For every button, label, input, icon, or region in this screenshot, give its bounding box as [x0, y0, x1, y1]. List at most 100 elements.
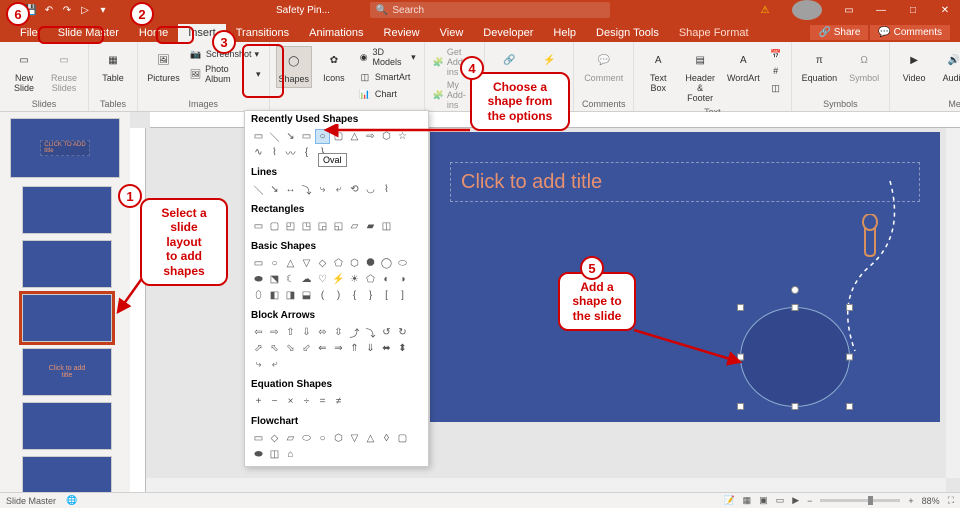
slide-canvas[interactable]: Click to add title: [430, 132, 940, 422]
shape-item[interactable]: ◐: [379, 272, 394, 287]
shape-item[interactable]: ▭: [251, 256, 266, 271]
shape-item[interactable]: ⤷: [315, 182, 330, 197]
shape-item[interactable]: ): [331, 288, 346, 303]
shape-item[interactable]: ◳: [299, 219, 314, 234]
shape-item[interactable]: ⇑: [347, 341, 362, 356]
fit-to-window-icon[interactable]: ⛶: [948, 495, 954, 506]
shape-item[interactable]: ⬬: [251, 272, 266, 287]
layout-thumb[interactable]: Click to addtitle: [22, 348, 112, 396]
shape-item[interactable]: ⇨: [267, 325, 282, 340]
search-box[interactable]: 🔍 Search: [370, 2, 610, 18]
shape-item[interactable]: ⬔: [267, 272, 282, 287]
tab-animations[interactable]: Animations: [299, 24, 373, 42]
comments-button[interactable]: 💬 Comments: [870, 25, 950, 40]
shape-item[interactable]: ×: [283, 394, 298, 409]
zoom-out-button[interactable]: −: [807, 496, 812, 506]
view-normal-icon[interactable]: ▦: [743, 495, 752, 506]
tab-design-tools[interactable]: Design Tools: [586, 24, 669, 42]
notes-button[interactable]: 📝: [723, 495, 734, 506]
shape-item[interactable]: ⤶: [331, 182, 346, 197]
close-icon[interactable]: ✕: [930, 0, 960, 20]
share-button[interactable]: 🔗 Share: [810, 25, 868, 40]
shape-item[interactable]: ◲: [315, 219, 330, 234]
ribbon-options-icon[interactable]: ▭: [834, 0, 864, 20]
audio-button[interactable]: 🔊Audio: [936, 46, 960, 86]
tab-review[interactable]: Review: [374, 24, 430, 42]
shape-lbrace[interactable]: {: [299, 145, 314, 160]
shape-item[interactable]: ⤷: [251, 357, 266, 372]
shape-item[interactable]: ⇓: [363, 341, 378, 356]
shape-item[interactable]: ⌇: [379, 182, 394, 197]
header-footer-button[interactable]: ▤Header& Footer: [680, 46, 720, 106]
resize-handle[interactable]: [846, 304, 853, 311]
shape-item[interactable]: ]: [395, 288, 410, 303]
video-button[interactable]: ▶Video: [896, 46, 932, 86]
shape-item[interactable]: ⬠: [331, 256, 346, 271]
shape-item[interactable]: }: [363, 288, 378, 303]
shape-item[interactable]: ⬁: [267, 341, 282, 356]
shape-item[interactable]: ⤵: [363, 325, 378, 340]
shape-item[interactable]: ◡: [363, 182, 378, 197]
shape-item[interactable]: ▱: [283, 431, 298, 446]
shape-item[interactable]: =: [315, 394, 330, 409]
layout-thumb[interactable]: [22, 456, 112, 492]
shape-item[interactable]: ⇦: [251, 325, 266, 340]
shape-curve[interactable]: ∿: [251, 145, 266, 160]
tab-home[interactable]: Home: [129, 24, 178, 42]
inserted-oval-shape[interactable]: [740, 307, 850, 407]
shape-item[interactable]: ☀: [347, 272, 362, 287]
shape-item[interactable]: ⯃: [363, 256, 378, 271]
shape-item[interactable]: ⇩: [299, 325, 314, 340]
shape-item[interactable]: ◑: [395, 272, 410, 287]
shape-item[interactable]: ↺: [379, 325, 394, 340]
shape-item[interactable]: ○: [267, 256, 282, 271]
shape-item[interactable]: ⬬: [251, 447, 266, 462]
layout-thumb[interactable]: [22, 186, 112, 234]
shape-item[interactable]: ⬭: [299, 431, 314, 446]
tab-developer[interactable]: Developer: [473, 24, 543, 42]
shape-item[interactable]: ＼: [251, 182, 266, 197]
shape-item[interactable]: ↔: [283, 182, 298, 197]
shape-item[interactable]: ⬡: [331, 431, 346, 446]
shape-item[interactable]: ⬀: [251, 341, 266, 356]
equation-button[interactable]: πEquation: [798, 46, 842, 86]
shape-item[interactable]: ◨: [283, 288, 298, 303]
shape-item[interactable]: ⬭: [395, 256, 410, 271]
shape-item[interactable]: ♡: [315, 272, 330, 287]
shape-item[interactable]: ⬂: [283, 341, 298, 356]
resize-handle[interactable]: [737, 304, 744, 311]
shape-item[interactable]: ▱: [347, 219, 362, 234]
qat-more[interactable]: ▾: [96, 3, 110, 17]
shape-item[interactable]: (: [315, 288, 330, 303]
resize-handle[interactable]: [792, 403, 799, 410]
shape-freeform[interactable]: ⌇: [267, 145, 282, 160]
shape-item[interactable]: ◫: [267, 447, 282, 462]
shape-item[interactable]: ▰: [363, 219, 378, 234]
comment-button[interactable]: 💬Comment: [580, 46, 627, 86]
shape-item[interactable]: ▽: [347, 431, 362, 446]
shape-item[interactable]: ⇐: [315, 341, 330, 356]
pictures-button[interactable]: 🖼Pictures: [144, 46, 183, 86]
table-button[interactable]: ▦Table: [95, 46, 131, 86]
shape-item[interactable]: ⌂: [283, 447, 298, 462]
shape-item[interactable]: ◧: [267, 288, 282, 303]
shape-item[interactable]: ☁: [299, 272, 314, 287]
redo-icon[interactable]: ↷: [60, 3, 74, 17]
shape-rect[interactable]: ▭: [299, 129, 314, 144]
undo-icon[interactable]: ↶: [42, 3, 56, 17]
document-name[interactable]: Safety Pin...: [276, 5, 330, 16]
shape-item[interactable]: ◇: [315, 256, 330, 271]
scrollbar-horizontal[interactable]: [146, 478, 946, 492]
minimize-icon[interactable]: —: [866, 0, 896, 20]
shape-item[interactable]: ↻: [395, 325, 410, 340]
tab-file[interactable]: File: [10, 24, 48, 42]
scrollbar-vertical[interactable]: [946, 128, 960, 478]
shape-item[interactable]: ◱: [331, 219, 346, 234]
shape-item[interactable]: ▢: [395, 431, 410, 446]
shape-item[interactable]: △: [283, 256, 298, 271]
3d-models-button[interactable]: ◉3D Models ▾: [356, 46, 418, 68]
maximize-icon[interactable]: □: [898, 0, 928, 20]
slide-thumbnails-panel[interactable]: CLICK TO ADDtitle Click to addtitle: [0, 112, 130, 492]
shape-item[interactable]: ≠: [331, 394, 346, 409]
chart-button[interactable]: 📊Chart: [356, 86, 418, 102]
